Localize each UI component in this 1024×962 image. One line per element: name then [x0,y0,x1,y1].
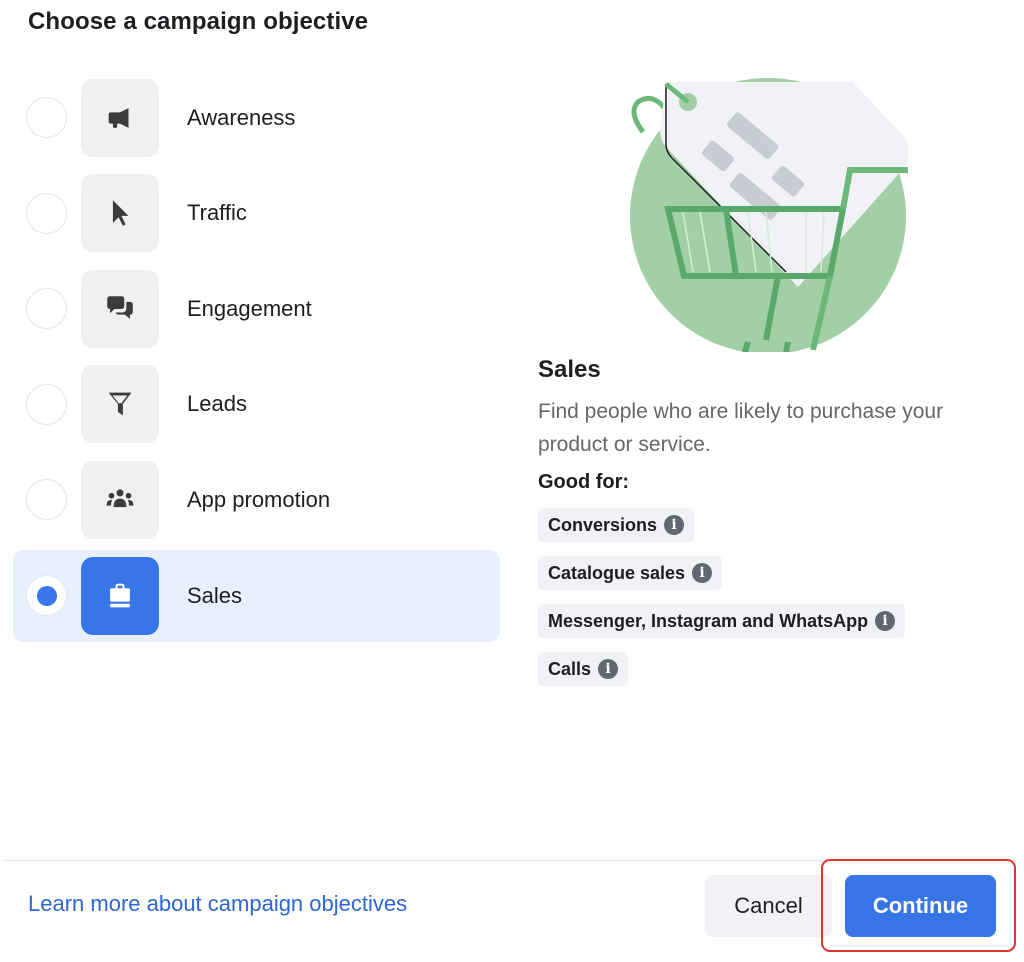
info-icon[interactable]: i [664,515,685,535]
good-for-chip: Messenger, Instagram and WhatsApp i [538,604,906,638]
funnel-icon [81,365,159,444]
megaphone-icon [81,78,159,157]
radio-leads[interactable] [26,383,67,425]
objective-option-sales[interactable]: Sales [13,549,500,642]
radio-sales[interactable] [26,575,67,616]
objective-list: Awareness Traffic Engagement Leads App p… [13,70,500,642]
objective-label: Sales [187,582,243,608]
radio-awareness[interactable] [26,97,67,139]
objective-label: App promotion [187,486,331,512]
info-icon[interactable]: i [598,659,619,679]
objective-detail-panel: Sales Find people who are likely to purc… [538,356,978,686]
objective-option-leads[interactable]: Leads [13,357,500,453]
good-for-chip: Catalogue sales i [538,556,723,590]
objective-option-engagement[interactable]: Engagement [13,261,500,357]
chip-label: Catalogue sales [548,562,686,583]
radio-app-promotion[interactable] [26,479,67,521]
cursor-icon [81,174,159,253]
people-group-icon [81,460,159,539]
good-for-list: Conversions i Catalogue sales i Messenge… [538,508,978,686]
good-for-chip: Calls i [538,652,629,686]
objective-option-traffic[interactable]: Traffic [13,166,500,262]
radio-engagement[interactable] [26,288,67,330]
radio-selected-dot [36,585,57,606]
radio-traffic[interactable] [26,192,67,234]
good-for-heading: Good for: [538,471,630,493]
objective-option-app-promotion[interactable]: App promotion [13,452,500,548]
cancel-button[interactable]: Cancel [705,875,832,937]
chip-label: Conversions [548,514,658,535]
shopping-bag-icon [81,556,159,635]
detail-title: Sales [538,356,601,383]
dialog-title: Choose a campaign objective [28,8,369,35]
good-for-chip: Conversions i [538,508,695,542]
objective-label: Leads [187,391,247,417]
learn-more-link[interactable]: Learn more about campaign objectives [28,891,407,917]
chip-label: Messenger, Instagram and WhatsApp [548,610,869,631]
info-icon[interactable]: i [875,611,896,631]
price-tag-in-shopping-cart-illustration [628,72,918,354]
info-icon[interactable]: i [692,563,713,583]
objective-label: Awareness [187,104,296,130]
objective-label: Traffic [187,200,247,226]
detail-description: Find people who are likely to purchase y… [538,400,944,456]
chip-label: Calls [548,658,592,679]
objective-option-awareness[interactable]: Awareness [13,70,500,166]
objective-label: Engagement [187,295,312,321]
chat-bubbles-icon [81,269,159,348]
continue-button[interactable]: Continue [845,875,996,937]
